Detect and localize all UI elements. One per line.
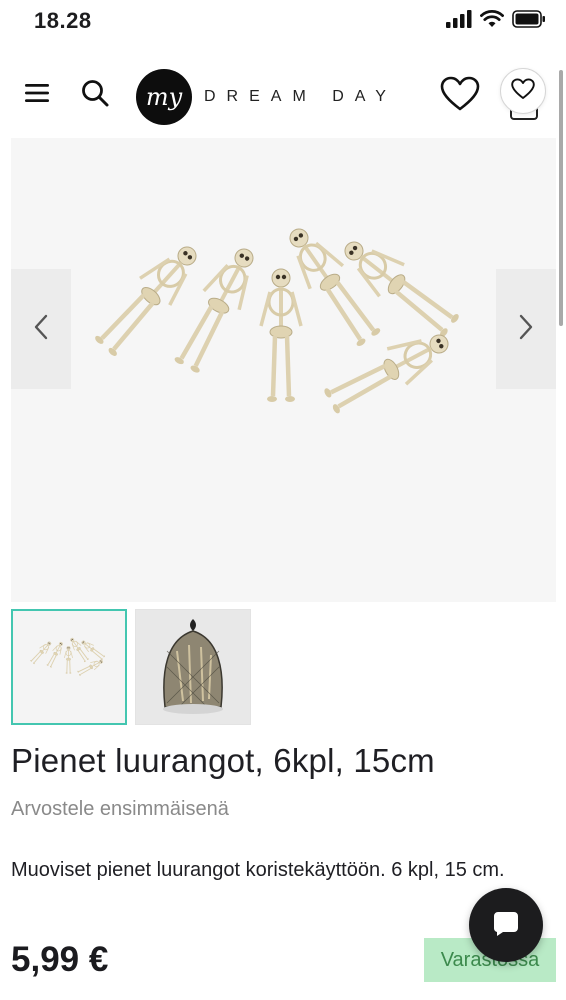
skeletons-image (11, 138, 556, 602)
search-button[interactable] (76, 76, 114, 114)
thumbnail-strip (11, 609, 251, 725)
status-bar: 18.28 (0, 0, 566, 40)
product-description: Muoviset pienet luurangot koristekäyttöö… (11, 859, 505, 881)
chat-bubble-icon (491, 908, 521, 943)
chat-button[interactable] (469, 888, 543, 962)
product-main-image[interactable] (11, 138, 556, 602)
review-link[interactable]: Arvostele ensimmäisenä (11, 798, 229, 821)
logo-mark: my (136, 69, 192, 125)
heart-icon (511, 77, 535, 105)
status-time: 18.28 (34, 8, 92, 33)
next-image-button[interactable] (496, 269, 556, 389)
signal-icon (446, 10, 472, 33)
favorites-button[interactable] (438, 76, 482, 116)
chevron-left-icon (33, 314, 49, 345)
battery-icon (512, 10, 546, 33)
thumbnail-bag[interactable] (135, 609, 251, 725)
logo-text: DREAM DAY (204, 88, 397, 105)
wishlist-bubble[interactable] (500, 68, 546, 114)
site-logo[interactable]: my DREAM DAY (136, 69, 397, 125)
wifi-icon (480, 10, 504, 33)
menu-button[interactable] (20, 78, 54, 112)
skeletons-thumbnail (28, 635, 107, 678)
skeletons-in-bag-thumbnail (163, 619, 223, 714)
cart-button[interactable] (496, 64, 550, 124)
chevron-right-icon (518, 314, 534, 345)
product-price: 5,99 € (11, 940, 109, 979)
site-header: my DREAM DAY (0, 60, 566, 134)
page-scrollbar[interactable] (559, 70, 563, 326)
menu-icon (24, 82, 50, 109)
product-title: Pienet luurangot, 6kpl, 15cm (11, 742, 435, 779)
thumbnail-skeletons[interactable] (11, 609, 127, 725)
heart-icon (440, 76, 480, 117)
status-icons (446, 10, 546, 33)
search-icon (80, 78, 110, 113)
prev-image-button[interactable] (11, 269, 71, 389)
